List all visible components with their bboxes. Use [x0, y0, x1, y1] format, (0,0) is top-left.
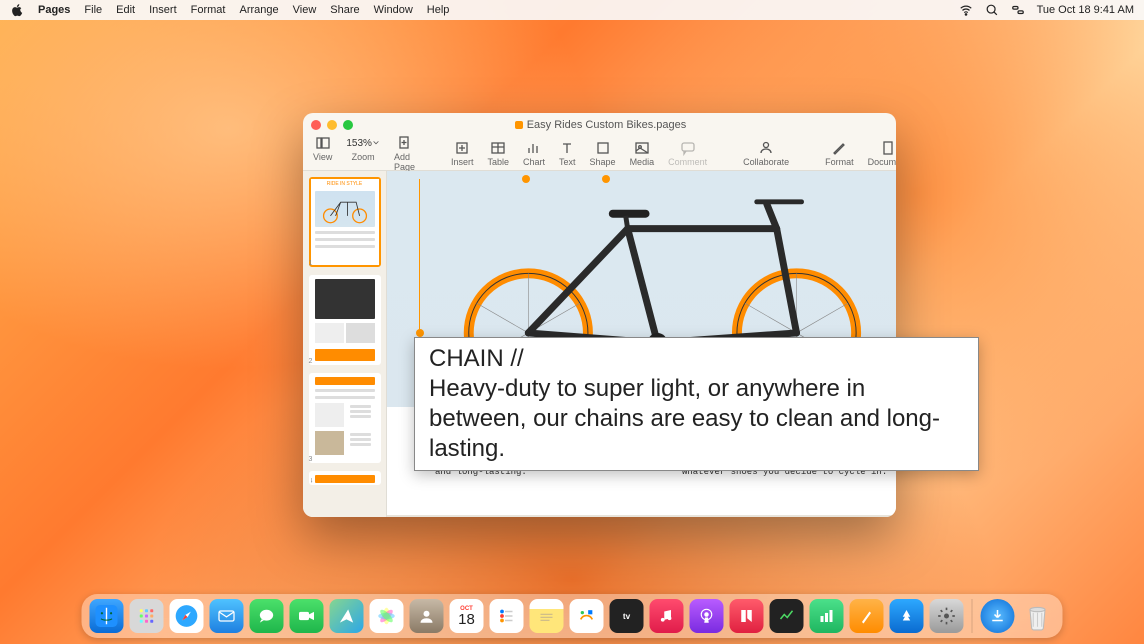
dock-reminders[interactable] — [490, 599, 524, 633]
dock-appstore[interactable] — [890, 599, 924, 633]
hover-text-tooltip: CHAIN // Heavy-duty to super light, or a… — [414, 337, 979, 471]
menubar-arrange[interactable]: Arrange — [239, 4, 278, 16]
menubar-insert[interactable]: Insert — [149, 4, 177, 16]
dock-pages[interactable] — [850, 599, 884, 633]
toolbar-format[interactable]: Format — [825, 140, 854, 167]
titlebar: Easy Rides Custom Bikes.pages — [303, 113, 896, 137]
menubar-help[interactable]: Help — [427, 4, 450, 16]
dock-news[interactable] — [730, 599, 764, 633]
page-thumbnail-4[interactable]: 4 — [309, 471, 381, 485]
menubar: Pages File Edit Insert Format Arrange Vi… — [0, 0, 1144, 20]
dock-numbers[interactable] — [810, 599, 844, 633]
chart-icon — [526, 140, 542, 156]
dock-mail[interactable] — [210, 599, 244, 633]
dock-facetime[interactable] — [290, 599, 324, 633]
dock-downloads[interactable] — [981, 599, 1015, 633]
shape-icon — [595, 140, 611, 156]
page-thumbnails-sidebar: RIDE IN STYLE 1 2 — [303, 171, 387, 517]
toolbar-shape[interactable]: Shape — [590, 140, 616, 167]
minimize-button[interactable] — [327, 120, 337, 130]
wifi-icon[interactable] — [959, 3, 973, 17]
insert-icon — [454, 140, 470, 156]
dock-notes[interactable] — [530, 599, 564, 633]
toolbar-insert[interactable]: Insert — [451, 140, 474, 167]
menubar-file[interactable]: File — [84, 4, 102, 16]
menubar-share[interactable]: Share — [330, 4, 359, 16]
table-icon — [490, 140, 506, 156]
toolbar-table[interactable]: Table — [487, 140, 509, 167]
dock-settings[interactable] — [930, 599, 964, 633]
collaborate-icon — [758, 140, 774, 156]
page-thumbnail-3[interactable]: 3 — [309, 373, 381, 463]
apple-menu-icon[interactable] — [10, 3, 24, 17]
toolbar: View 153% Zoom Add Page Insert Table Cha… — [303, 137, 896, 171]
menubar-view[interactable]: View — [293, 4, 317, 16]
dock-photos[interactable] — [370, 599, 404, 633]
dock-contacts[interactable] — [410, 599, 444, 633]
dock-podcasts[interactable] — [690, 599, 724, 633]
toolbar-media[interactable]: Media — [630, 140, 655, 167]
text-icon — [559, 140, 575, 156]
callout-line-wheel — [419, 179, 420, 333]
document-proxy-icon[interactable] — [515, 121, 523, 129]
dock-freeform[interactable] — [570, 599, 604, 633]
menubar-window[interactable]: Window — [374, 4, 413, 16]
spotlight-icon[interactable] — [985, 3, 999, 17]
view-icon — [315, 135, 331, 151]
control-center-icon[interactable] — [1011, 3, 1025, 17]
comment-icon — [680, 140, 696, 156]
dock-messages[interactable] — [250, 599, 284, 633]
toolbar-document[interactable]: Document — [868, 140, 896, 167]
hover-text-body: Heavy-duty to super light, or anywhere i… — [429, 374, 964, 464]
toolbar-view[interactable]: View — [313, 135, 332, 172]
dock-maps[interactable] — [330, 599, 364, 633]
toolbar-comment[interactable]: Comment — [668, 140, 707, 167]
zoom-value: 153% — [346, 135, 380, 151]
dock-safari[interactable] — [170, 599, 204, 633]
dock-launchpad[interactable] — [130, 599, 164, 633]
media-icon — [634, 140, 650, 156]
format-icon — [831, 140, 847, 156]
menubar-clock[interactable]: Tue Oct 18 9:41 AM — [1037, 4, 1134, 16]
toolbar-zoom[interactable]: 153% Zoom — [346, 135, 380, 172]
page-thumbnail-2[interactable]: 2 — [309, 275, 381, 365]
dock-stocks[interactable] — [770, 599, 804, 633]
dock-separator — [972, 599, 973, 633]
callout-dot-seat[interactable] — [522, 175, 530, 183]
dock-tv[interactable]: tv — [610, 599, 644, 633]
hover-text-title: CHAIN // — [429, 344, 964, 374]
callout-dot-wheel[interactable] — [416, 329, 424, 337]
menubar-edit[interactable]: Edit — [116, 4, 135, 16]
menubar-format[interactable]: Format — [191, 4, 226, 16]
add-page-icon — [396, 135, 412, 151]
document-title: Easy Rides Custom Bikes.pages — [527, 119, 687, 131]
document-icon — [880, 140, 896, 156]
dock-calendar[interactable]: OCT18 — [450, 599, 484, 633]
fullscreen-button[interactable] — [343, 120, 353, 130]
toolbar-add-page[interactable]: Add Page — [394, 135, 415, 172]
svg-text:tv: tv — [623, 612, 631, 621]
menubar-app-name[interactable]: Pages — [38, 4, 70, 16]
dock-music[interactable] — [650, 599, 684, 633]
callout-dot-frame[interactable] — [602, 175, 610, 183]
dock-finder[interactable] — [90, 599, 124, 633]
page-thumbnail-1[interactable]: RIDE IN STYLE 1 — [309, 177, 381, 267]
toolbar-chart[interactable]: Chart — [523, 140, 545, 167]
toolbar-collaborate[interactable]: Collaborate — [743, 140, 789, 167]
dock: OCT18 tv — [82, 594, 1063, 638]
dock-trash[interactable] — [1021, 599, 1055, 633]
toolbar-text[interactable]: Text — [559, 140, 576, 167]
close-button[interactable] — [311, 120, 321, 130]
